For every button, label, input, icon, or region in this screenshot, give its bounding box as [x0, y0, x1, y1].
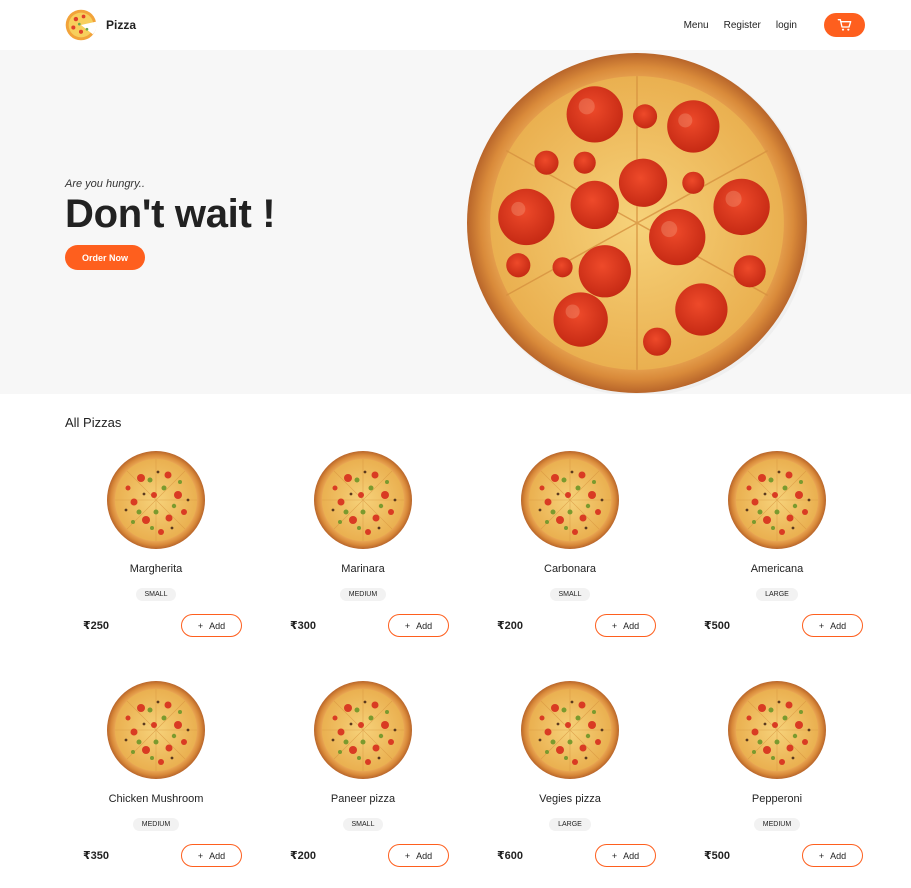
hero-pizza-image [467, 53, 808, 394]
pizza-image [520, 450, 620, 550]
pizza-image [727, 680, 827, 780]
add-label: Add [623, 850, 640, 861]
pizza-name: Paneer pizza [330, 793, 396, 805]
add-to-cart-button[interactable]: + Add [802, 614, 863, 637]
pizza-card: Vegies pizza large ₹600 + Add [479, 680, 661, 888]
price: ₹600 [497, 850, 524, 862]
price-row: ₹600 + Add [479, 844, 661, 867]
pizza-name: Chicken Mushroom [108, 793, 204, 805]
price-row: ₹500 + Add [686, 614, 868, 637]
pizza-card: Carbonara small ₹200 + Add [479, 450, 661, 680]
hero-text: Are you hungry.. Don't wait ! Order Now [65, 178, 276, 270]
size-badge: small [342, 818, 384, 831]
size-badge: medium [132, 818, 180, 831]
size-badge: small [549, 588, 591, 601]
menu-section: All Pizzas Margherita small ₹250 + Add Ma… [0, 394, 911, 888]
add-to-cart-button[interactable]: + Add [388, 844, 449, 867]
pizza-card: Paneer pizza small ₹200 + Add [272, 680, 454, 888]
price-row: ₹250 + Add [65, 614, 247, 637]
add-to-cart-button[interactable]: + Add [388, 614, 449, 637]
pizza-card: Margherita small ₹250 + Add [65, 450, 247, 680]
cart-icon [837, 19, 851, 31]
brand[interactable]: Pizza [64, 8, 136, 42]
pizza-logo-icon [65, 9, 97, 41]
size-badge: small [135, 588, 177, 601]
price-row: ₹200 + Add [479, 614, 661, 637]
pizza-card: Americana large ₹500 + Add [686, 450, 868, 680]
size-badge: large [756, 588, 798, 601]
pizza-name: Vegies pizza [539, 793, 601, 805]
nav-login-link[interactable]: login [776, 20, 797, 31]
add-to-cart-button[interactable]: + Add [181, 844, 242, 867]
price-row: ₹350 + Add [65, 844, 247, 867]
add-label: Add [416, 850, 433, 861]
hero-section: Are you hungry.. Don't wait ! Order Now [0, 50, 911, 394]
add-to-cart-button[interactable]: + Add [595, 844, 656, 867]
hero-tagline: Are you hungry.. [65, 178, 145, 190]
add-label: Add [830, 850, 847, 861]
add-label: Add [209, 850, 226, 861]
plus-icon: + [818, 850, 825, 861]
pizza-image [727, 450, 827, 550]
plus-icon: + [818, 620, 825, 631]
size-badge: medium [753, 818, 801, 831]
add-label: Add [623, 620, 640, 631]
pizza-name: Margherita [129, 563, 183, 575]
pizza-image [313, 450, 413, 550]
plus-icon: + [611, 850, 618, 861]
hero-title: Don't wait ! [65, 192, 276, 236]
add-to-cart-button[interactable]: + Add [802, 844, 863, 867]
price: ₹200 [497, 620, 524, 632]
plus-icon: + [197, 620, 204, 631]
price-row: ₹200 + Add [272, 844, 454, 867]
pizza-name: Marinara [341, 563, 385, 575]
pizza-grid: Margherita small ₹250 + Add Marinara medi… [65, 450, 863, 888]
add-to-cart-button[interactable]: + Add [595, 614, 656, 637]
price-row: ₹500 + Add [686, 844, 868, 867]
price: ₹200 [290, 850, 317, 862]
size-badge: medium [339, 588, 387, 601]
add-label: Add [416, 620, 433, 631]
plus-icon: + [197, 850, 204, 861]
pizza-image [520, 680, 620, 780]
pizza-card: Marinara medium ₹300 + Add [272, 450, 454, 680]
size-badge: large [549, 818, 591, 831]
pizza-card: Pepperoni medium ₹500 + Add [686, 680, 868, 888]
add-label: Add [209, 620, 226, 631]
nav-links: Menu Register login [684, 13, 865, 37]
pizza-image [313, 680, 413, 780]
price: ₹350 [83, 850, 110, 862]
nav-register-link[interactable]: Register [724, 20, 761, 31]
price: ₹300 [290, 620, 317, 632]
cart-button[interactable] [824, 13, 865, 37]
section-title: All Pizzas [65, 415, 122, 430]
add-label: Add [830, 620, 847, 631]
pizza-name: Americana [750, 563, 804, 575]
order-now-button[interactable]: Order Now [65, 245, 145, 270]
price-row: ₹300 + Add [272, 614, 454, 637]
pizza-name: Pepperoni [751, 793, 803, 805]
plus-icon: + [404, 620, 411, 631]
price: ₹500 [704, 620, 731, 632]
pizza-name: Carbonara [544, 563, 596, 575]
nav-menu-link[interactable]: Menu [684, 20, 709, 31]
pizza-image [106, 680, 206, 780]
brand-name: Pizza [106, 18, 137, 32]
pizza-image [106, 450, 206, 550]
plus-icon: + [611, 620, 618, 631]
navbar: Pizza Menu Register login [0, 0, 911, 50]
plus-icon: + [404, 850, 411, 861]
price: ₹500 [704, 850, 731, 862]
price: ₹250 [83, 620, 110, 632]
pizza-card: Chicken Mushroom medium ₹350 + Add [65, 680, 247, 888]
add-to-cart-button[interactable]: + Add [181, 614, 242, 637]
